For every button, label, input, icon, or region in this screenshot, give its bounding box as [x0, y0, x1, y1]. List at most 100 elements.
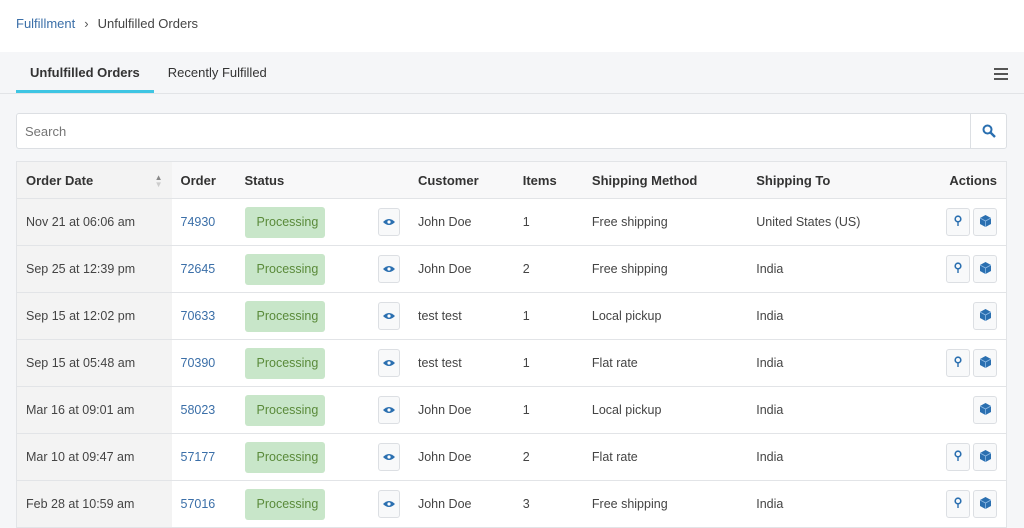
- customer: John Doe: [408, 386, 514, 434]
- order-date: Sep 15 at 05:48 am: [16, 339, 172, 387]
- customer: John Doe: [408, 433, 514, 481]
- view-button[interactable]: [377, 490, 400, 518]
- shipping-method: Free shipping: [582, 480, 748, 528]
- shipping-to: India: [747, 292, 910, 340]
- customer: John Doe: [408, 245, 514, 293]
- order-date: Mar 10 at 09:47 am: [16, 433, 172, 481]
- table-row: Mar 16 at 09:01 am 58023 Processing John…: [16, 386, 1007, 434]
- hamburger-menu-icon[interactable]: [994, 65, 1008, 83]
- map-pin-icon: [954, 262, 962, 276]
- order-link[interactable]: 74930: [171, 198, 236, 246]
- shipping-to: India: [747, 386, 910, 434]
- sort-icon[interactable]: ▲ ▼: [155, 174, 163, 189]
- shipping-method: Flat rate: [582, 433, 748, 481]
- eye-icon: [382, 262, 395, 276]
- table-row: Feb 28 at 10:59 am 57016 Processing John…: [16, 480, 1007, 528]
- fulfill-button[interactable]: [973, 302, 997, 330]
- shipping-to: India: [747, 339, 910, 387]
- status-cell: Processing: [235, 480, 366, 528]
- customer: John Doe: [408, 480, 514, 528]
- tab-recently-fulfilled[interactable]: Recently Fulfilled: [154, 52, 281, 93]
- fulfill-button[interactable]: [973, 349, 997, 377]
- view-button[interactable]: [377, 302, 400, 330]
- fulfill-button[interactable]: [973, 255, 997, 283]
- order-link[interactable]: 57177: [171, 433, 236, 481]
- items: 2: [513, 245, 583, 293]
- view-button[interactable]: [377, 349, 400, 377]
- package-icon: [979, 496, 991, 512]
- table-row: Sep 15 at 12:02 pm 70633 Processing test…: [16, 292, 1007, 340]
- map-button[interactable]: [946, 255, 970, 283]
- status-badge: Processing: [244, 347, 325, 379]
- status-cell: Processing: [235, 386, 366, 434]
- fulfill-button[interactable]: [973, 396, 997, 424]
- order-link[interactable]: 57016: [171, 480, 236, 528]
- breadcrumb-fulfillment-link[interactable]: Fulfillment: [16, 16, 75, 31]
- orders-table: Order Date ▲ ▼ Order Status Customer Items…: [16, 161, 1007, 528]
- status-cell: Processing: [235, 339, 366, 387]
- shipping-method: Local pickup: [582, 292, 748, 340]
- map-pin-icon: [954, 356, 962, 370]
- map-pin-icon: [954, 497, 962, 511]
- map-pin-icon: [954, 215, 962, 229]
- map-pin-icon: [954, 450, 962, 464]
- status-cell: Processing: [235, 292, 366, 340]
- map-button[interactable]: [946, 349, 970, 377]
- order-link[interactable]: 70633: [171, 292, 236, 340]
- order-link[interactable]: 70390: [171, 339, 236, 387]
- package-icon: [979, 261, 991, 277]
- breadcrumb-current: Unfulfilled Orders: [97, 16, 199, 31]
- package-icon: [979, 214, 991, 230]
- search-input[interactable]: [17, 114, 970, 148]
- view-cell: [365, 386, 409, 434]
- actions-cell: [909, 245, 1007, 293]
- col-view: [365, 161, 409, 199]
- map-button[interactable]: [946, 490, 970, 518]
- fulfill-button[interactable]: [973, 443, 997, 471]
- fulfill-button[interactable]: [973, 208, 997, 236]
- view-button[interactable]: [377, 208, 400, 236]
- order-date: Nov 21 at 06:06 am: [16, 198, 172, 246]
- eye-icon: [382, 450, 395, 464]
- package-icon: [979, 402, 991, 418]
- view-button[interactable]: [377, 255, 400, 283]
- view-button[interactable]: [377, 396, 400, 424]
- view-cell: [365, 433, 409, 481]
- package-icon: [979, 449, 991, 465]
- col-shipping-method: Shipping Method: [582, 161, 748, 199]
- eye-icon: [382, 309, 395, 323]
- status-badge: Processing: [244, 488, 325, 520]
- chevron-right-icon: ›: [84, 16, 89, 31]
- customer: test test: [408, 292, 514, 340]
- eye-icon: [382, 215, 395, 229]
- col-status: Status: [235, 161, 366, 199]
- shipping-to: India: [747, 480, 910, 528]
- col-actions: Actions: [909, 161, 1007, 199]
- order-link[interactable]: 58023: [171, 386, 236, 434]
- shipping-to: India: [747, 245, 910, 293]
- tab-bar: Unfulfilled Orders Recently Fulfilled: [0, 52, 1024, 94]
- view-button[interactable]: [377, 443, 400, 471]
- col-items: Items: [513, 161, 583, 199]
- shipping-to: India: [747, 433, 910, 481]
- map-button[interactable]: [946, 208, 970, 236]
- status-cell: Processing: [235, 245, 366, 293]
- search-bar: [16, 113, 1007, 149]
- package-icon: [979, 308, 991, 324]
- col-order: Order: [171, 161, 236, 199]
- search-button[interactable]: [970, 114, 1006, 148]
- items: 1: [513, 386, 583, 434]
- view-cell: [365, 245, 409, 293]
- tab-unfulfilled-orders[interactable]: Unfulfilled Orders: [16, 52, 154, 93]
- table-row: Sep 25 at 12:39 pm 72645 Processing John…: [16, 245, 1007, 293]
- status-cell: Processing: [235, 198, 366, 246]
- order-date: Feb 28 at 10:59 am: [16, 480, 172, 528]
- status-badge: Processing: [244, 300, 325, 332]
- items: 2: [513, 433, 583, 481]
- package-icon: [979, 355, 991, 371]
- order-link[interactable]: 72645: [171, 245, 236, 293]
- col-order-date[interactable]: Order Date ▲ ▼: [16, 161, 172, 199]
- fulfill-button[interactable]: [973, 490, 997, 518]
- status-badge: Processing: [244, 206, 325, 238]
- map-button[interactable]: [946, 443, 970, 471]
